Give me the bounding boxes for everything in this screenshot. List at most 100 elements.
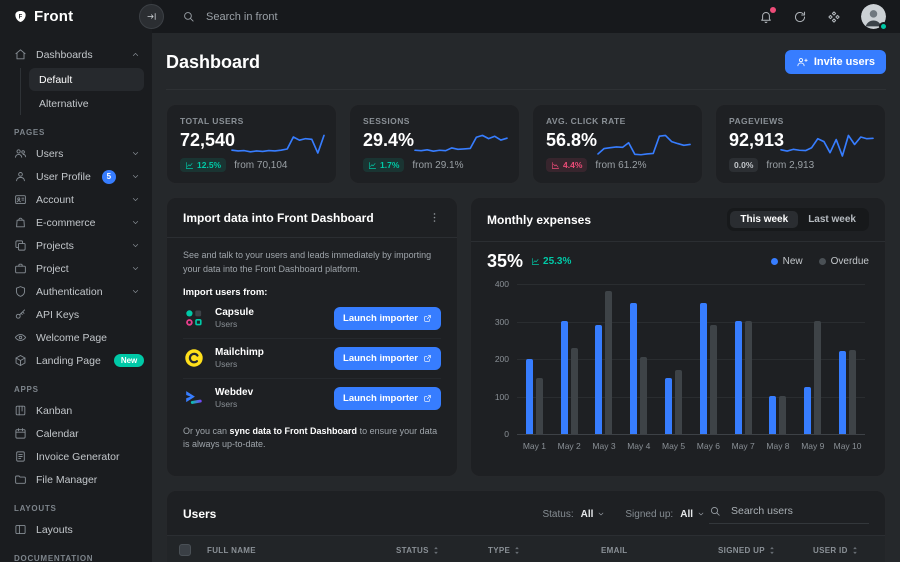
sidebar-item-label: Projects xyxy=(36,240,74,252)
toggle-this-week[interactable]: This week xyxy=(730,211,798,228)
sync-data-link[interactable]: sync data to Front Dashboard xyxy=(230,426,358,436)
expenses-plot: 4003002001000 xyxy=(517,284,865,434)
sidebar-item-api-keys[interactable]: API Keys xyxy=(0,303,152,326)
sidebar-item-alternative[interactable]: Alternative xyxy=(29,92,144,115)
stat-card-pageviews: PAGEVIEWS92,9130.0%from 2,913 xyxy=(715,104,886,184)
user-plus-icon xyxy=(796,56,808,68)
sidebar-item-users[interactable]: Users xyxy=(0,142,152,165)
bar-new xyxy=(595,325,602,434)
search-icon xyxy=(182,10,195,23)
sidebar-item-authentication[interactable]: Authentication xyxy=(0,280,152,303)
main-area: Dashboard Invite users TOTAL USERS72,540… xyxy=(152,0,900,562)
bar-group-may-5 xyxy=(657,284,691,434)
sidebar-item-kanban[interactable]: Kanban xyxy=(0,399,152,422)
chevron-down-icon xyxy=(131,241,140,250)
chart-legend: NewOverdue xyxy=(771,256,869,267)
external-link-icon xyxy=(423,354,432,363)
trend-badge: 4.4% xyxy=(546,158,587,172)
sidebar-item-label: Account xyxy=(36,194,74,206)
launch-importer-button[interactable]: Launch importer xyxy=(334,347,441,370)
bar-overdue xyxy=(571,348,578,434)
column-header-status[interactable]: STATUS xyxy=(396,546,488,555)
filter-dropdown[interactable]: All xyxy=(581,509,606,520)
sort-icon[interactable] xyxy=(433,546,439,555)
apps-button[interactable] xyxy=(827,10,841,24)
gridline: 0 xyxy=(517,434,865,435)
toggle-last-week[interactable]: Last week xyxy=(798,211,866,228)
chart-up-icon xyxy=(185,161,194,170)
expenses-value: 35% xyxy=(487,251,523,272)
sidebar-item-landing-page[interactable]: Landing PageNew xyxy=(0,349,152,372)
key-icon xyxy=(14,308,27,321)
online-status-dot xyxy=(879,22,888,31)
sidebar-item-e-commerce[interactable]: E-commerce xyxy=(0,211,152,234)
bar-group-may-4 xyxy=(622,284,656,434)
import-source-row: CapsuleUsersLaunch importer xyxy=(183,299,441,339)
brand-logo[interactable]: F Front xyxy=(0,0,152,33)
avatar[interactable] xyxy=(861,4,886,29)
filter-label: Signed up: xyxy=(625,509,673,520)
import-sources: CapsuleUsersLaunch importer MailchimpUser… xyxy=(183,299,441,418)
layout-icon xyxy=(14,523,27,536)
users-search[interactable] xyxy=(709,504,869,524)
column-header-signed-up[interactable]: SIGNED UP xyxy=(718,546,813,555)
chevron-down-icon xyxy=(131,218,140,227)
select-all-checkbox[interactable] xyxy=(179,544,191,556)
sidebar-item-file-manager[interactable]: File Manager xyxy=(0,468,152,491)
home-icon xyxy=(14,48,27,61)
source-name: Mailchimp xyxy=(215,347,264,358)
launch-importer-button[interactable]: Launch importer xyxy=(334,307,441,330)
count-badge: 5 xyxy=(102,170,116,184)
shopping-bag-icon xyxy=(14,216,27,229)
bar-overdue xyxy=(814,321,821,434)
column-header-type[interactable]: TYPE xyxy=(488,546,601,555)
stat-label: AVG. CLICK RATE xyxy=(546,116,689,126)
chart-down-icon xyxy=(551,161,560,170)
search-input[interactable] xyxy=(204,10,404,24)
sidebar-item-calendar[interactable]: Calendar xyxy=(0,422,152,445)
front-logo-icon: F xyxy=(14,10,27,23)
filter-status: Status:All xyxy=(542,509,605,520)
external-link-icon xyxy=(423,394,432,403)
launch-importer-button[interactable]: Launch importer xyxy=(334,387,441,410)
bar-new xyxy=(561,321,568,434)
notification-dot xyxy=(770,7,776,13)
bar-overdue xyxy=(745,321,752,434)
activity-button[interactable] xyxy=(793,10,807,24)
invite-users-button[interactable]: Invite users xyxy=(785,50,886,74)
sidebar-collapse-button[interactable] xyxy=(139,4,164,29)
notifications-button[interactable] xyxy=(759,10,773,24)
chart-up-icon xyxy=(368,161,377,170)
sort-icon[interactable] xyxy=(769,546,775,555)
legend-dot xyxy=(771,258,778,265)
sidebar-item-invoice-generator[interactable]: Invoice Generator xyxy=(0,445,152,468)
bar-overdue xyxy=(605,291,612,434)
bar-overdue xyxy=(710,325,717,434)
sidebar-item-default[interactable]: Default xyxy=(29,68,144,91)
sort-icon[interactable] xyxy=(514,546,520,555)
users-search-input[interactable] xyxy=(729,504,849,518)
card-menu-button[interactable] xyxy=(428,211,441,224)
filter-dropdown[interactable]: All xyxy=(680,509,705,520)
sidebar-item-project[interactable]: Project xyxy=(0,257,152,280)
sidebar-item-welcome-page[interactable]: Welcome Page xyxy=(0,326,152,349)
sidebar-nav: DashboardsDefaultAlternativePAGESUsersUs… xyxy=(0,33,152,562)
sidebar-item-dashboards[interactable]: Dashboards xyxy=(0,43,152,66)
x-axis-label: May 1 xyxy=(517,441,551,451)
sidebar-item-layouts[interactable]: Layouts xyxy=(0,518,152,541)
chevron-down-icon xyxy=(131,195,140,204)
sort-icon[interactable] xyxy=(852,546,858,555)
topbar xyxy=(152,0,900,33)
source-type: Users xyxy=(215,359,264,369)
import-description: See and talk to your users and leads imm… xyxy=(183,249,441,277)
sidebar-item-projects[interactable]: Projects xyxy=(0,234,152,257)
bar-group-may-10 xyxy=(831,284,865,434)
chevron-up-icon xyxy=(131,50,140,59)
global-search[interactable] xyxy=(182,10,404,24)
column-header-user-id[interactable]: USER ID xyxy=(813,546,885,555)
bar-new xyxy=(804,387,811,434)
sidebar-item-account[interactable]: Account xyxy=(0,188,152,211)
users-card: Users Status:AllSigned up:All FULL NAMES… xyxy=(166,490,886,562)
sidebar-item-user-profile[interactable]: User Profile5 xyxy=(0,165,152,188)
bar-overdue xyxy=(675,370,682,434)
